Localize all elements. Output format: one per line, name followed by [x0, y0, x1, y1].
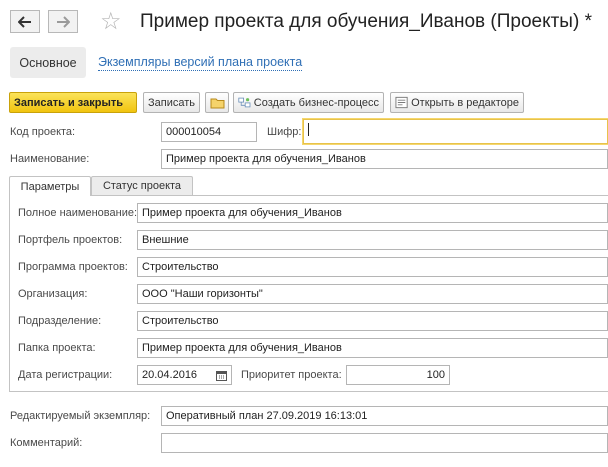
project-folder-label: Папка проекта:: [18, 342, 96, 354]
create-business-process-label: Создать бизнес-процесс: [253, 96, 379, 109]
name-field[interactable]: Пример проекта для обучения_Иванов: [161, 149, 608, 169]
text-caret: [308, 122, 309, 136]
comment-label: Комментарий:: [10, 437, 83, 449]
open-in-editor-button[interactable]: Открыть в редакторе: [390, 92, 524, 113]
full-name-label: Полное наименование:: [18, 207, 138, 219]
save-label: Записать: [148, 96, 196, 109]
section-main[interactable]: Основное: [10, 47, 86, 78]
window-title: Пример проекта для обучения_Иванов (Прое…: [140, 11, 592, 32]
division-label: Подразделение:: [18, 315, 102, 327]
business-process-icon: [238, 97, 251, 108]
save-button[interactable]: Записать: [143, 92, 200, 113]
project-code-field[interactable]: 000010054: [161, 122, 257, 142]
section-link-plan-instances[interactable]: Экземпляры версий плана проекта: [98, 55, 303, 71]
open-in-editor-label: Открыть в редакторе: [411, 96, 519, 109]
save-and-close-label: Записать и закрыть: [14, 96, 124, 109]
forward-button[interactable]: [48, 10, 78, 33]
calendar-icon: [215, 370, 227, 381]
registration-date-label: Дата регистрации:: [18, 369, 113, 381]
registration-date-field[interactable]: 20.04.2016: [137, 365, 232, 385]
division-field[interactable]: Строительство: [137, 311, 608, 331]
favorite-star-icon[interactable]: ☆: [100, 9, 122, 35]
arrow-right-icon: [57, 15, 70, 28]
program-field[interactable]: Строительство: [137, 257, 608, 277]
portfolio-label: Портфель проектов:: [18, 234, 123, 246]
tab-parameters[interactable]: Параметры: [9, 176, 91, 196]
save-and-close-button[interactable]: Записать и закрыть: [9, 92, 137, 113]
priority-field[interactable]: 100: [346, 365, 450, 385]
tab-project-status[interactable]: Статус проекта: [91, 176, 193, 195]
calendar-button[interactable]: [212, 367, 230, 383]
registration-date-value: 20.04.2016: [142, 369, 198, 381]
organization-label: Организация:: [18, 288, 88, 300]
create-business-process-button[interactable]: Создать бизнес-процесс: [233, 92, 384, 113]
comment-field[interactable]: [161, 433, 608, 453]
folder-button[interactable]: [205, 92, 229, 113]
folder-icon: [210, 98, 224, 108]
cipher-field[interactable]: [303, 119, 608, 144]
name-label: Наименование:: [10, 153, 90, 165]
project-code-label: Код проекта:: [10, 126, 76, 138]
back-button[interactable]: [10, 10, 40, 33]
edited-instance-label: Редактируемый экземпляр:: [10, 410, 151, 422]
organization-field[interactable]: ООО "Наши горизонты": [137, 284, 608, 304]
full-name-field[interactable]: Пример проекта для обучения_Иванов: [137, 203, 608, 223]
editor-icon: [395, 96, 408, 109]
arrow-left-icon: [18, 15, 31, 28]
cipher-label: Шифр:: [267, 126, 302, 138]
priority-label: Приоритет проекта:: [241, 369, 342, 381]
edited-instance-field[interactable]: Оперативный план 27.09.2019 16:13:01: [161, 406, 608, 426]
project-folder-field[interactable]: Пример проекта для обучения_Иванов: [137, 338, 608, 358]
program-label: Программа проектов:: [18, 261, 128, 273]
portfolio-field[interactable]: Внешние: [137, 230, 608, 250]
